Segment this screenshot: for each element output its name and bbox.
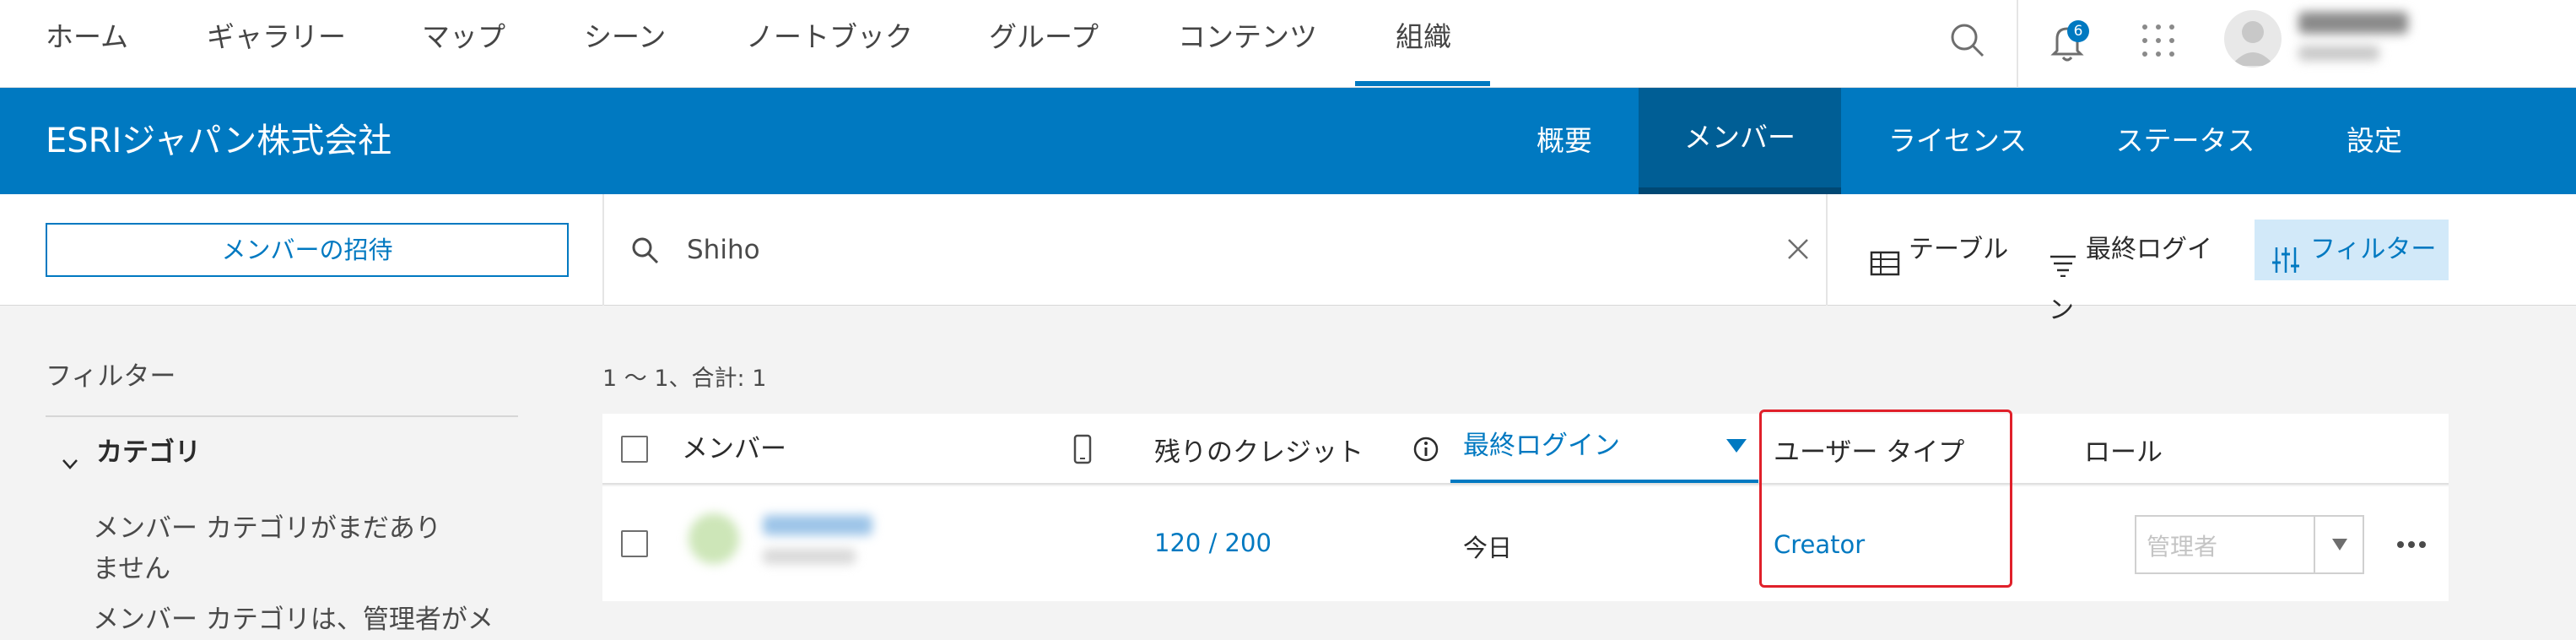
col-role[interactable]: ロール — [2084, 417, 2163, 488]
nav-scene[interactable]: シーン — [584, 0, 666, 88]
role-select-value: 管理者 — [2147, 533, 2218, 561]
top-navigation: ホーム ギャラリー マップ シーン ノートブック グループ コンテンツ 組織 6 — [0, 0, 2576, 88]
nav-home[interactable]: ホーム — [46, 0, 128, 88]
sidebar-divider — [46, 415, 518, 417]
invite-members-button[interactable]: メンバーの招待 — [46, 223, 569, 277]
user-name-redacted — [2298, 12, 2408, 34]
tab-licenses[interactable]: ライセンス — [1865, 88, 2050, 194]
user-type-highlight-box — [1759, 409, 2012, 588]
table-view-label: テーブル — [1909, 235, 2009, 264]
table-view-button[interactable]: テーブル — [1870, 220, 2022, 280]
category-note: メンバー カテゴリは、管理者がメ — [93, 605, 494, 635]
table-icon — [1870, 238, 1900, 275]
filter-button[interactable]: フィルター — [2255, 220, 2449, 280]
col-last-login[interactable]: 最終ログイン — [1463, 410, 1620, 481]
sort-button[interactable]: 最終ログイン — [2049, 220, 2234, 325]
chevron-down-icon — [61, 447, 79, 469]
search-icon — [629, 235, 660, 265]
mobile-device-icon — [1073, 434, 1092, 464]
col-member[interactable]: メンバー — [682, 414, 786, 485]
table-row: 120 / 200 今日 Creator 管理者 — [602, 486, 2449, 601]
role-select[interactable]: 管理者 — [2135, 515, 2364, 574]
result-count: 1 ～ 1、合計: 1 — [602, 366, 767, 392]
info-icon[interactable] — [1412, 436, 1439, 463]
tab-overview[interactable]: 概要 — [1502, 88, 1627, 194]
tab-settings[interactable]: 設定 — [2324, 88, 2425, 194]
nav-notebook[interactable]: ノートブック — [746, 0, 913, 88]
col-remaining-credits[interactable]: 残りのクレジット — [1154, 417, 1364, 488]
sort-icon — [2049, 239, 2077, 277]
search-icon[interactable] — [1947, 20, 1988, 61]
filter-label: フィルター — [2310, 235, 2437, 264]
tab-members[interactable]: メンバー — [1639, 88, 1841, 194]
nav-groups[interactable]: グループ — [989, 0, 1099, 88]
organization-header: ESRIジャパン株式会社 概要 メンバー ライセンス ステータス 設定 — [0, 88, 2576, 194]
nav-content[interactable]: コンテンツ — [1178, 0, 1317, 88]
remaining-credits-link[interactable]: 120 / 200 — [1154, 529, 1272, 557]
clear-search-icon[interactable] — [1785, 236, 1811, 262]
nav-gallery[interactable]: ギャラリー — [207, 0, 346, 88]
category-header-label: カテゴリ — [96, 437, 201, 468]
members-toolbar: メンバーの招待 テーブル 最終ログイン フィルター — [0, 194, 2576, 325]
category-empty-line2: ません — [93, 554, 171, 584]
member-search — [602, 194, 1828, 306]
sidebar-title: フィルター — [46, 361, 176, 392]
apps-grid-icon[interactable] — [2140, 22, 2177, 59]
active-nav-indicator — [1355, 81, 1490, 86]
notification-badge: 6 — [2067, 20, 2089, 42]
member-avatar-redacted — [689, 513, 739, 564]
category-empty-line1: メンバー カテゴリがまだあり — [93, 513, 441, 544]
members-table-header: メンバー 残りのクレジット 最終ログイン ユーザー タイプ ロール — [602, 414, 2449, 485]
search-input[interactable] — [687, 226, 1699, 274]
category-toggle[interactable]: カテゴリ — [61, 431, 201, 469]
org-title: ESRIジャパン株式会社 — [46, 122, 392, 160]
nav-divider — [2017, 0, 2018, 88]
sort-descending-icon[interactable] — [1726, 439, 1747, 454]
caret-down-icon — [2330, 537, 2349, 552]
last-login-value: 今日 — [1463, 534, 1513, 562]
select-divider — [2314, 517, 2315, 572]
select-all-checkbox[interactable] — [621, 436, 648, 463]
tab-status[interactable]: ステータス — [2101, 88, 2270, 194]
filter-sliders-icon — [2271, 236, 2300, 273]
avatar[interactable] — [2224, 10, 2282, 68]
user-id-redacted — [2298, 46, 2379, 61]
member-username-redacted — [763, 549, 856, 564]
more-options-icon[interactable] — [2396, 537, 2427, 548]
sorted-column-indicator — [1450, 480, 1758, 483]
nav-organization[interactable]: 組織 — [1396, 0, 1451, 88]
nav-map[interactable]: マップ — [422, 0, 505, 88]
row-checkbox[interactable] — [621, 530, 648, 557]
member-name-redacted[interactable] — [763, 515, 872, 535]
